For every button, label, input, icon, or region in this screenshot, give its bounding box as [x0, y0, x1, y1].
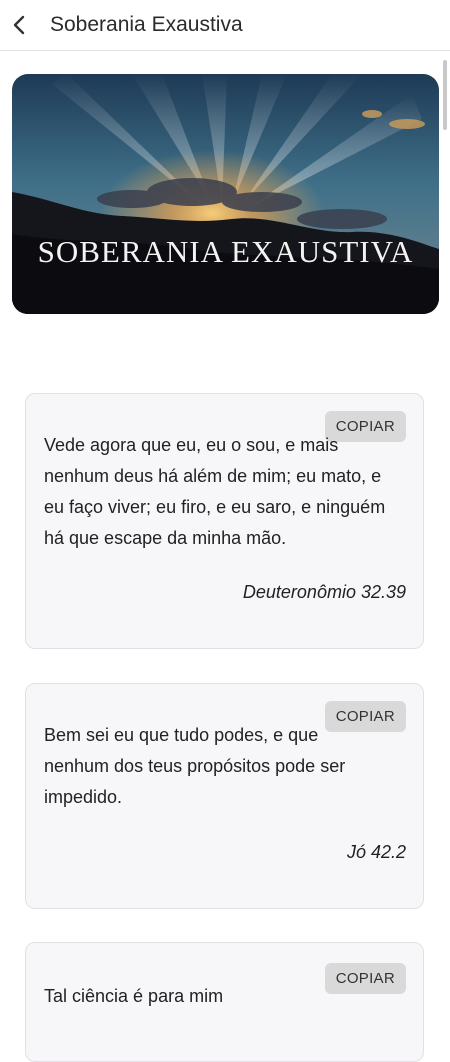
verse-text: Bem sei eu que tudo podes, e que nenhum … — [44, 725, 346, 807]
banner-title: SOBERANIA EXAUSTIVA — [37, 234, 414, 269]
scrollbar[interactable] — [443, 60, 447, 130]
page-title: Soberania Exaustiva — [50, 13, 243, 36]
app-bar: Soberania Exaustiva — [0, 0, 450, 51]
verse-card: COPIAR Tal ciência é para mim — [25, 942, 424, 1062]
verse-card: COPIAR Bem sei eu que tudo podes, e que … — [25, 683, 424, 909]
back-button[interactable] — [4, 0, 34, 50]
banner-image: SOBERANIA EXAUSTIVA — [12, 74, 439, 314]
verse-text: Tal ciência é para mim — [44, 986, 224, 1006]
verse-reference: Jó 42.2 — [346, 842, 406, 862]
verse-text: Vede agora que eu, eu o sou, e mais nenh… — [44, 435, 386, 548]
chevron-left-icon — [13, 15, 25, 35]
verse-card: COPIAR Vede agora que eu, eu o sou, e ma… — [25, 393, 424, 649]
verse-reference: Deuteronômio 32.39 — [242, 582, 406, 602]
